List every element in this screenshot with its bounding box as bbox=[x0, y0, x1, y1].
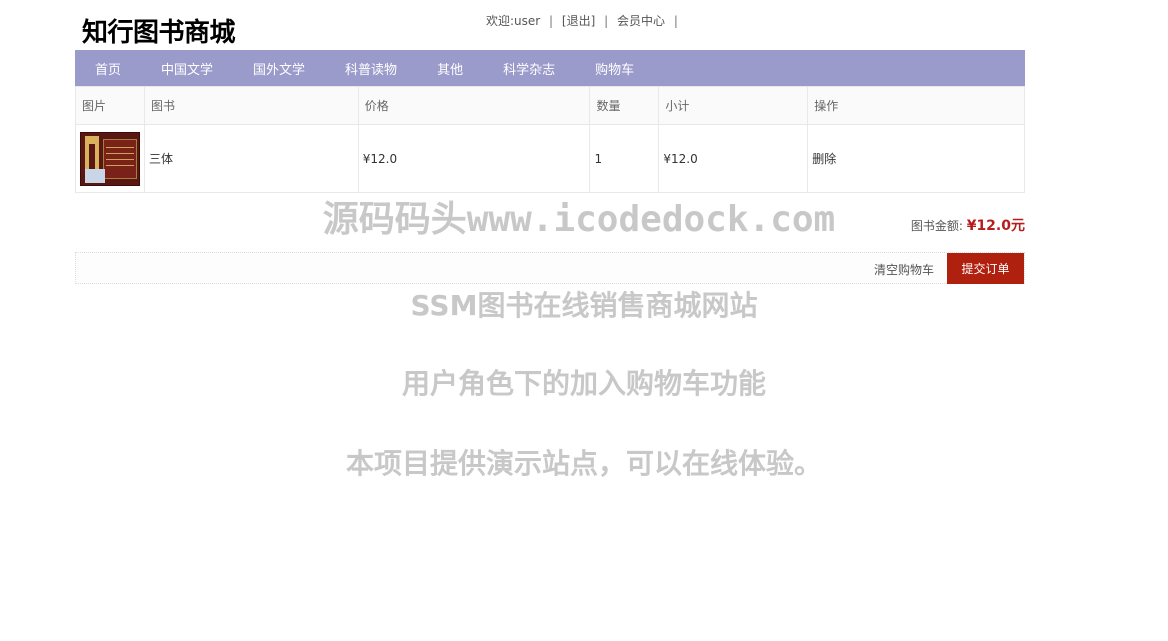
delete-link[interactable]: 删除 bbox=[807, 124, 1025, 193]
nav-item-other[interactable]: 其他 bbox=[437, 59, 463, 78]
nav-item-popular-science[interactable]: 科普读物 bbox=[345, 59, 397, 78]
welcome-text: 欢迎:user bbox=[486, 14, 541, 28]
site-logo[interactable]: 知行图书商城 bbox=[82, 12, 236, 49]
user-bar: 欢迎:user | [退出] | 会员中心 | bbox=[486, 12, 683, 29]
column-header-price: 价格 bbox=[357, 86, 591, 125]
total-amount: ¥12.0元 bbox=[966, 218, 1025, 234]
order-total: 图书金额: ¥12.0元 bbox=[911, 215, 1025, 235]
cell-subtotal: ¥12.0 bbox=[658, 124, 809, 193]
book-cover-image[interactable] bbox=[80, 131, 140, 186]
cart-actions: 清空购物车 提交订单 bbox=[75, 252, 1025, 284]
table-header-row: 图片 图书 价格 数量 小计 操作 bbox=[75, 86, 1025, 125]
submit-order-button[interactable]: 提交订单 bbox=[947, 253, 1024, 284]
member-center-link[interactable]: 会员中心 bbox=[617, 14, 665, 28]
column-header-image: 图片 bbox=[75, 86, 145, 125]
column-header-subtotal: 小计 bbox=[658, 86, 809, 125]
main-nav: 首页 中国文学 国外文学 科普读物 其他 科学杂志 购物车 bbox=[75, 50, 1025, 86]
clear-cart-button[interactable]: 清空购物车 bbox=[874, 261, 934, 278]
cell-image bbox=[75, 124, 145, 193]
nav-item-cart[interactable]: 购物车 bbox=[595, 59, 634, 78]
cell-quantity: 1 bbox=[589, 124, 660, 193]
cell-price: ¥12.0 bbox=[357, 124, 591, 193]
logout-link[interactable]: [退出] bbox=[562, 14, 595, 28]
nav-item-home[interactable]: 首页 bbox=[95, 59, 121, 78]
watermark-line: 用户角色下的加入购物车功能 bbox=[401, 367, 766, 400]
separator: | bbox=[549, 14, 554, 28]
cell-title[interactable]: 三体 bbox=[143, 124, 359, 193]
nav-item-chinese-literature[interactable]: 中国文学 bbox=[161, 59, 213, 78]
separator: | bbox=[604, 14, 609, 28]
total-label: 图书金额: bbox=[910, 219, 963, 233]
column-header-action: 操作 bbox=[807, 86, 1025, 125]
table-row: 三体 ¥12.0 1 ¥12.0 删除 bbox=[75, 124, 1025, 193]
column-header-quantity: 数量 bbox=[589, 86, 660, 125]
watermark-line: SSM图书在线销售商城网站 bbox=[410, 289, 758, 322]
separator: | bbox=[673, 14, 678, 28]
column-header-book: 图书 bbox=[143, 86, 359, 125]
watermark-line: 本项目提供演示站点，可以在线体验。 bbox=[345, 447, 822, 480]
nav-item-science-magazine[interactable]: 科学杂志 bbox=[503, 59, 555, 78]
nav-item-foreign-literature[interactable]: 国外文学 bbox=[253, 59, 305, 78]
cart-table: 图片 图书 价格 数量 小计 操作 三体 ¥12.0 1 ¥12.0 删除 bbox=[75, 86, 1025, 193]
